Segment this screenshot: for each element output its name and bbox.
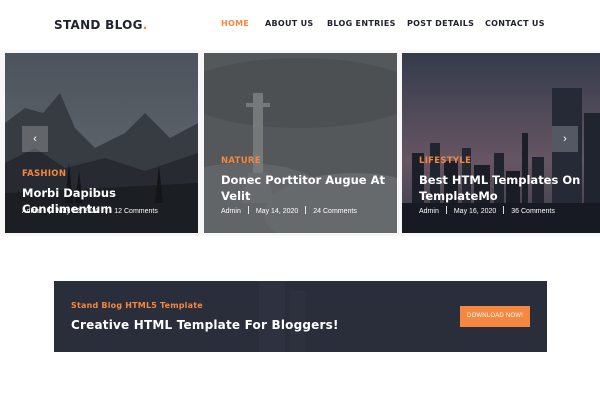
- logo-dot: .: [142, 18, 148, 32]
- meta-divider: [503, 206, 505, 214]
- slide-card[interactable]: FASHION Morbi Dapibus Condimentum Admin M…: [5, 53, 198, 233]
- slide-meta: Admin May 16, 2020 36 Comments: [419, 206, 555, 215]
- cta-title: Creative HTML Template For Bloggers!: [71, 318, 339, 332]
- slide-category[interactable]: NATURE: [221, 156, 261, 166]
- meta-divider: [305, 206, 307, 214]
- nav-item-post-details[interactable]: POST DETAILS: [407, 19, 474, 28]
- post-author[interactable]: Admin: [419, 208, 439, 215]
- site-logo[interactable]: STAND BLOG.: [54, 18, 148, 32]
- post-author[interactable]: Admin: [221, 208, 241, 215]
- slide-category[interactable]: FASHION: [22, 169, 66, 179]
- meta-divider: [247, 206, 249, 214]
- slide-card[interactable]: LIFESTYLE Best HTML Templates On Templat…: [402, 53, 600, 233]
- post-comments[interactable]: 24 Comments: [313, 208, 357, 215]
- slide-meta: Admin May 14, 2020 24 Comments: [221, 206, 357, 215]
- slide-category[interactable]: LIFESTYLE: [419, 156, 471, 166]
- post-date[interactable]: May 12, 2020: [57, 208, 99, 215]
- logo-text: STAND BLOG: [54, 18, 143, 32]
- cta-subtitle: Stand Blog HTML5 Template: [71, 301, 203, 310]
- site-header: STAND BLOG. HOME ABOUT US BLOG ENTRIES P…: [0, 0, 600, 50]
- post-date[interactable]: May 16, 2020: [454, 208, 496, 215]
- nav-item-blog-entries[interactable]: BLOG ENTRIES: [327, 19, 396, 28]
- post-comments[interactable]: 36 Comments: [511, 208, 555, 215]
- post-comments[interactable]: 12 Comments: [114, 208, 158, 215]
- nav-item-contact-us[interactable]: CONTACT US: [485, 19, 545, 28]
- chevron-right-icon[interactable]: ›: [552, 126, 578, 152]
- meta-divider: [106, 206, 108, 214]
- post-date[interactable]: May 14, 2020: [256, 208, 298, 215]
- banner-slider: FASHION Morbi Dapibus Condimentum Admin M…: [0, 50, 600, 236]
- download-now-button[interactable]: DOWNLOAD NOW!: [460, 306, 530, 327]
- post-author[interactable]: Admin: [22, 208, 42, 215]
- slide-title[interactable]: Best HTML Templates On TemplateMo: [419, 172, 597, 204]
- nav-item-about-us[interactable]: ABOUT US: [265, 19, 314, 28]
- chevron-left-icon[interactable]: ‹: [22, 126, 48, 152]
- slide-card[interactable]: NATURE Donec Porttitor Augue At Velit Ad…: [204, 53, 397, 233]
- slide-title[interactable]: Donec Porttitor Augue At Velit: [221, 172, 391, 204]
- meta-divider: [445, 206, 447, 214]
- call-to-action: Stand Blog HTML5 Template Creative HTML …: [54, 281, 547, 352]
- nav-item-home[interactable]: HOME: [221, 19, 249, 28]
- slide-meta: Admin May 12, 2020 12 Comments: [22, 206, 158, 215]
- meta-divider: [48, 206, 50, 214]
